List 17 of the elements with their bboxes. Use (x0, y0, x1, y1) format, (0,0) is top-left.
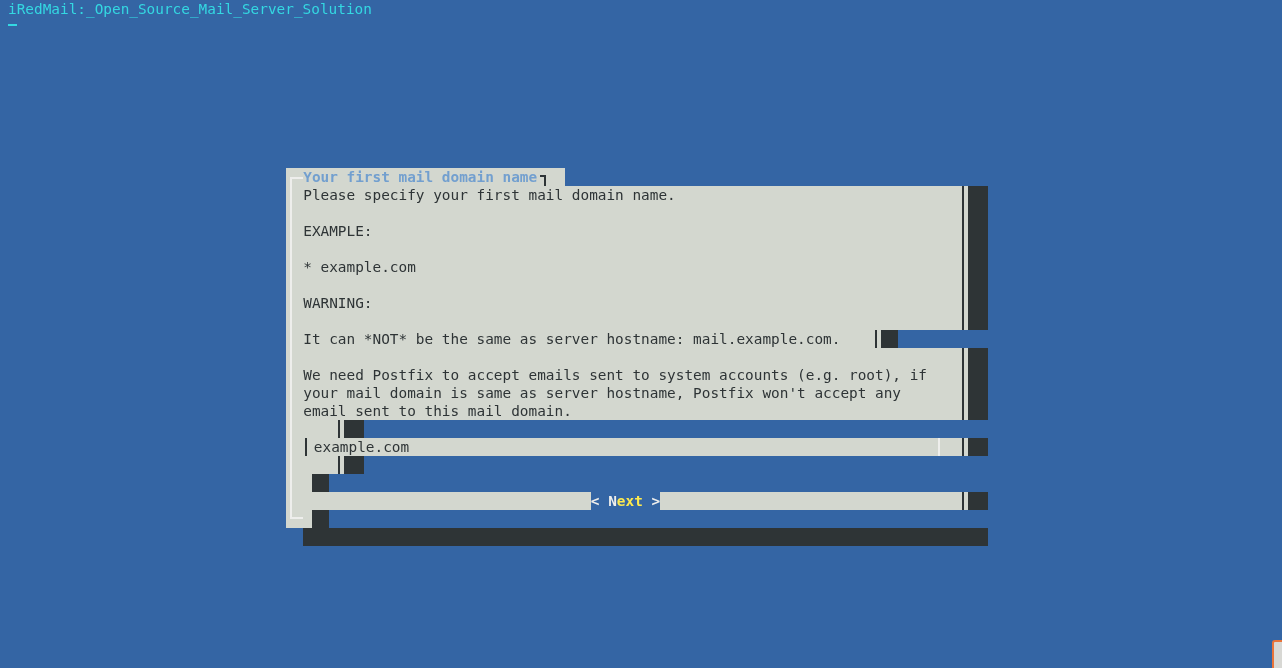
dialog-shadow (961, 186, 988, 204)
dialog-shadow (875, 330, 898, 348)
dialog-shadow (337, 456, 364, 474)
dialog-shadow (961, 438, 988, 456)
terminal-title: iRedMail:_Open_Source_Mail_Server_Solution (7, 0, 373, 18)
message-text: EXAMPLE: (303, 223, 373, 239)
message-text: It can *NOT* be the same as server hostname: mail.example.com. (303, 331, 841, 347)
message-text: Please specify your first mail domain name. (303, 187, 676, 203)
message-text: We need Postfix to accept emails sent to system accounts (e.g. root), if your mail domain is same as server hostname, Postfix won't accept any email sent to this mail domain. (303, 367, 928, 419)
dialog-shadow (961, 312, 988, 330)
dialog-title: Your first mail domain name (303, 169, 538, 185)
message-text: WARNING: (303, 295, 373, 311)
text-cursor (8, 24, 17, 26)
message-text: * example.com (303, 259, 416, 275)
window-corner (1272, 640, 1282, 668)
dialog-shadow (961, 492, 988, 510)
dialog-shadow (337, 420, 364, 438)
